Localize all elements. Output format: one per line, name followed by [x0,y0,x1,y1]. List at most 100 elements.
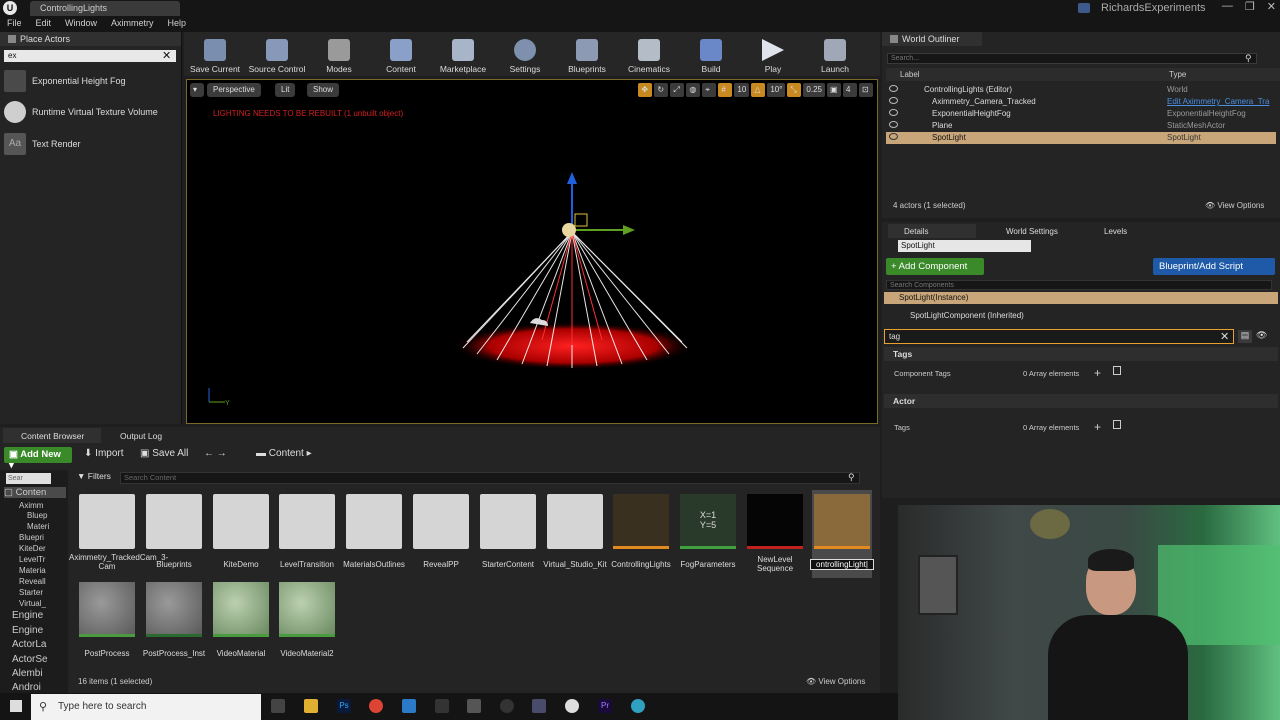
level-viewport[interactable]: ▾ Perspective Lit Show LIGHTING NEEDS TO… [186,79,878,424]
app-icon[interactable] [532,699,546,713]
tree-item[interactable]: Materia [19,566,46,575]
tab-levels[interactable]: Levels [1090,224,1131,238]
asset-material-parameter[interactable]: X=1 Y=5 FogParameters [678,490,738,578]
tree-item[interactable]: Starter [19,588,43,597]
add-new-button[interactable]: ▣ Add New ▾ [4,447,72,471]
asset-material[interactable]: VideoMaterial [211,578,271,666]
spotlight-component-row[interactable]: SpotLightComponent (Inherited) [910,311,1024,320]
menu-aximmetry[interactable]: Aximmetry [104,17,161,32]
component-instance-row[interactable]: SpotLight(Instance) [884,292,1278,304]
tree-item[interactable]: Bluepri [19,533,44,542]
tree-item[interactable]: LevelTr [19,555,45,564]
taskbar-search-input[interactable]: Type here to search [31,694,261,720]
marketplace-button[interactable]: Marketplace [432,34,494,74]
outliner-search-input[interactable]: Search... [887,53,1257,64]
save-current-button[interactable]: Save Current [184,34,246,74]
tree-item[interactable]: Virtual_ [19,599,46,608]
close-button[interactable]: ✕ [1267,0,1276,13]
asset-material-instance[interactable]: PostProcess_Inst [143,578,205,666]
save-all-button[interactable]: ▣ Save All [140,448,188,459]
premiere-icon[interactable]: Pr [598,699,612,713]
category-actor[interactable]: Actor [884,394,1278,408]
photoshop-icon[interactable]: Ps [337,699,351,713]
tree-item[interactable]: ▢ Conten [4,487,66,498]
tree-item[interactable]: Bluep [27,511,47,520]
asset-folder[interactable]: StarterContent [478,490,538,578]
place-actors-search-input[interactable]: ex [4,50,176,62]
eye-icon[interactable] [889,109,898,116]
category-tags[interactable]: Tags [884,347,1278,361]
clear-search-icon[interactable]: ✕ [162,49,171,62]
asset-material[interactable]: PostProcess [77,578,137,666]
play-button[interactable]: Play [742,34,804,74]
outliner-row[interactable]: ExponentialHeightFog ExponentialHeightFog [886,108,1276,120]
asset-folder[interactable]: Aximmetry_TrackedCam_3-Cam [69,490,168,578]
blueprint-add-script-button[interactable]: Blueprint/Add Script [1153,258,1275,275]
tree-item[interactable]: Aximm [19,501,43,510]
asset-level-selected[interactable]: ontrollingLight| [810,490,874,578]
import-button[interactable]: ⬇ Import [84,448,124,459]
settings-button[interactable]: Settings [494,34,556,74]
minimize-button[interactable]: — [1222,0,1233,13]
tree-item[interactable]: KiteDer [19,544,46,553]
tree-item[interactable]: Androi [12,682,41,693]
app-icon[interactable] [467,699,481,713]
place-actors-tab[interactable]: Place Actors [0,32,181,46]
launch-button[interactable]: Launch [804,34,866,74]
z-arrow-icon[interactable] [567,172,577,184]
asset-folder[interactable]: LevelTransition [277,490,337,578]
asset-level-sequence[interactable]: NewLevel Sequence [745,490,805,578]
outliner-view-options[interactable]: 👁 View Options [1205,201,1264,210]
asset-folder[interactable]: Virtual_Studio_Kit [543,490,607,578]
tree-item[interactable]: Engine [12,610,43,621]
tab-content-browser[interactable]: Content Browser [3,428,101,443]
add-element-icon[interactable]: + [1094,420,1101,434]
tree-item[interactable]: Alembi [12,668,43,679]
eye-icon[interactable] [889,133,898,140]
filters-button[interactable]: ▼ Filters [77,471,119,484]
app-icon[interactable] [500,699,514,713]
y-arrow-icon[interactable] [623,225,635,235]
delete-icon[interactable] [1113,420,1121,429]
app-icon[interactable] [435,699,449,713]
tab-details[interactable]: Details [888,224,976,238]
asset-folder[interactable]: RevealPP [411,490,471,578]
maximize-button[interactable]: ❐ [1245,0,1255,13]
tree-item[interactable]: Engine [12,625,43,636]
actor-name-field[interactable]: SpotLight [898,240,1031,252]
file-explorer-icon[interactable] [304,699,318,713]
source-control-button[interactable]: Source Control [246,34,308,74]
asset-rename-field[interactable]: ontrollingLight| [810,559,874,570]
add-component-button[interactable]: + Add Component [886,258,984,275]
tab-world-settings[interactable]: World Settings [990,224,1062,238]
tab-output-log[interactable]: Output Log [108,428,168,443]
delete-icon[interactable] [1113,366,1121,375]
eye-icon[interactable] [889,85,898,92]
content-view-options[interactable]: 👁 View Options [806,677,865,686]
outliner-row-selected[interactable]: SpotLight SpotLight [886,132,1276,144]
level-tab[interactable]: ControllingLights [30,1,180,16]
asset-material[interactable]: VideoMaterial2 [277,578,337,666]
modes-button[interactable]: Modes [308,34,370,74]
outliner-row[interactable]: ControllingLights (Editor) World [886,84,1276,96]
asset-folder[interactable]: MaterialsOutlines [343,490,405,578]
spotlight-icon[interactable] [562,223,576,237]
world-outliner-tab[interactable]: World Outliner [882,32,982,46]
actor-text-render[interactable]: Aa Text Render [4,131,180,157]
menu-file[interactable]: File [0,17,29,32]
unreal-taskbar-icon[interactable] [565,699,579,713]
task-view-icon[interactable] [271,699,285,713]
outliner-row[interactable]: Aximmetry_Camera_Tracked Edit Aximmetry_C… [886,96,1276,108]
outliner-row[interactable]: Plane StaticMeshActor [886,120,1276,132]
plane-handle[interactable] [574,213,588,227]
tree-item[interactable]: Reveall [19,577,46,586]
eye-icon[interactable] [889,97,898,104]
cinematics-button[interactable]: Cinematics [618,34,680,74]
breadcrumb[interactable]: ▬ Content ▸ [256,448,312,459]
property-matrix-icon[interactable]: ▤ [1238,330,1252,343]
actor-exponential-height-fog[interactable]: Exponential Height Fog [4,68,180,94]
asset-level[interactable]: ControllingLights [611,490,671,578]
build-button[interactable]: Build [680,34,742,74]
windows-start-icon[interactable] [10,700,22,712]
actor-runtime-virtual-texture-volume[interactable]: Runtime Virtual Texture Volume [4,99,180,125]
